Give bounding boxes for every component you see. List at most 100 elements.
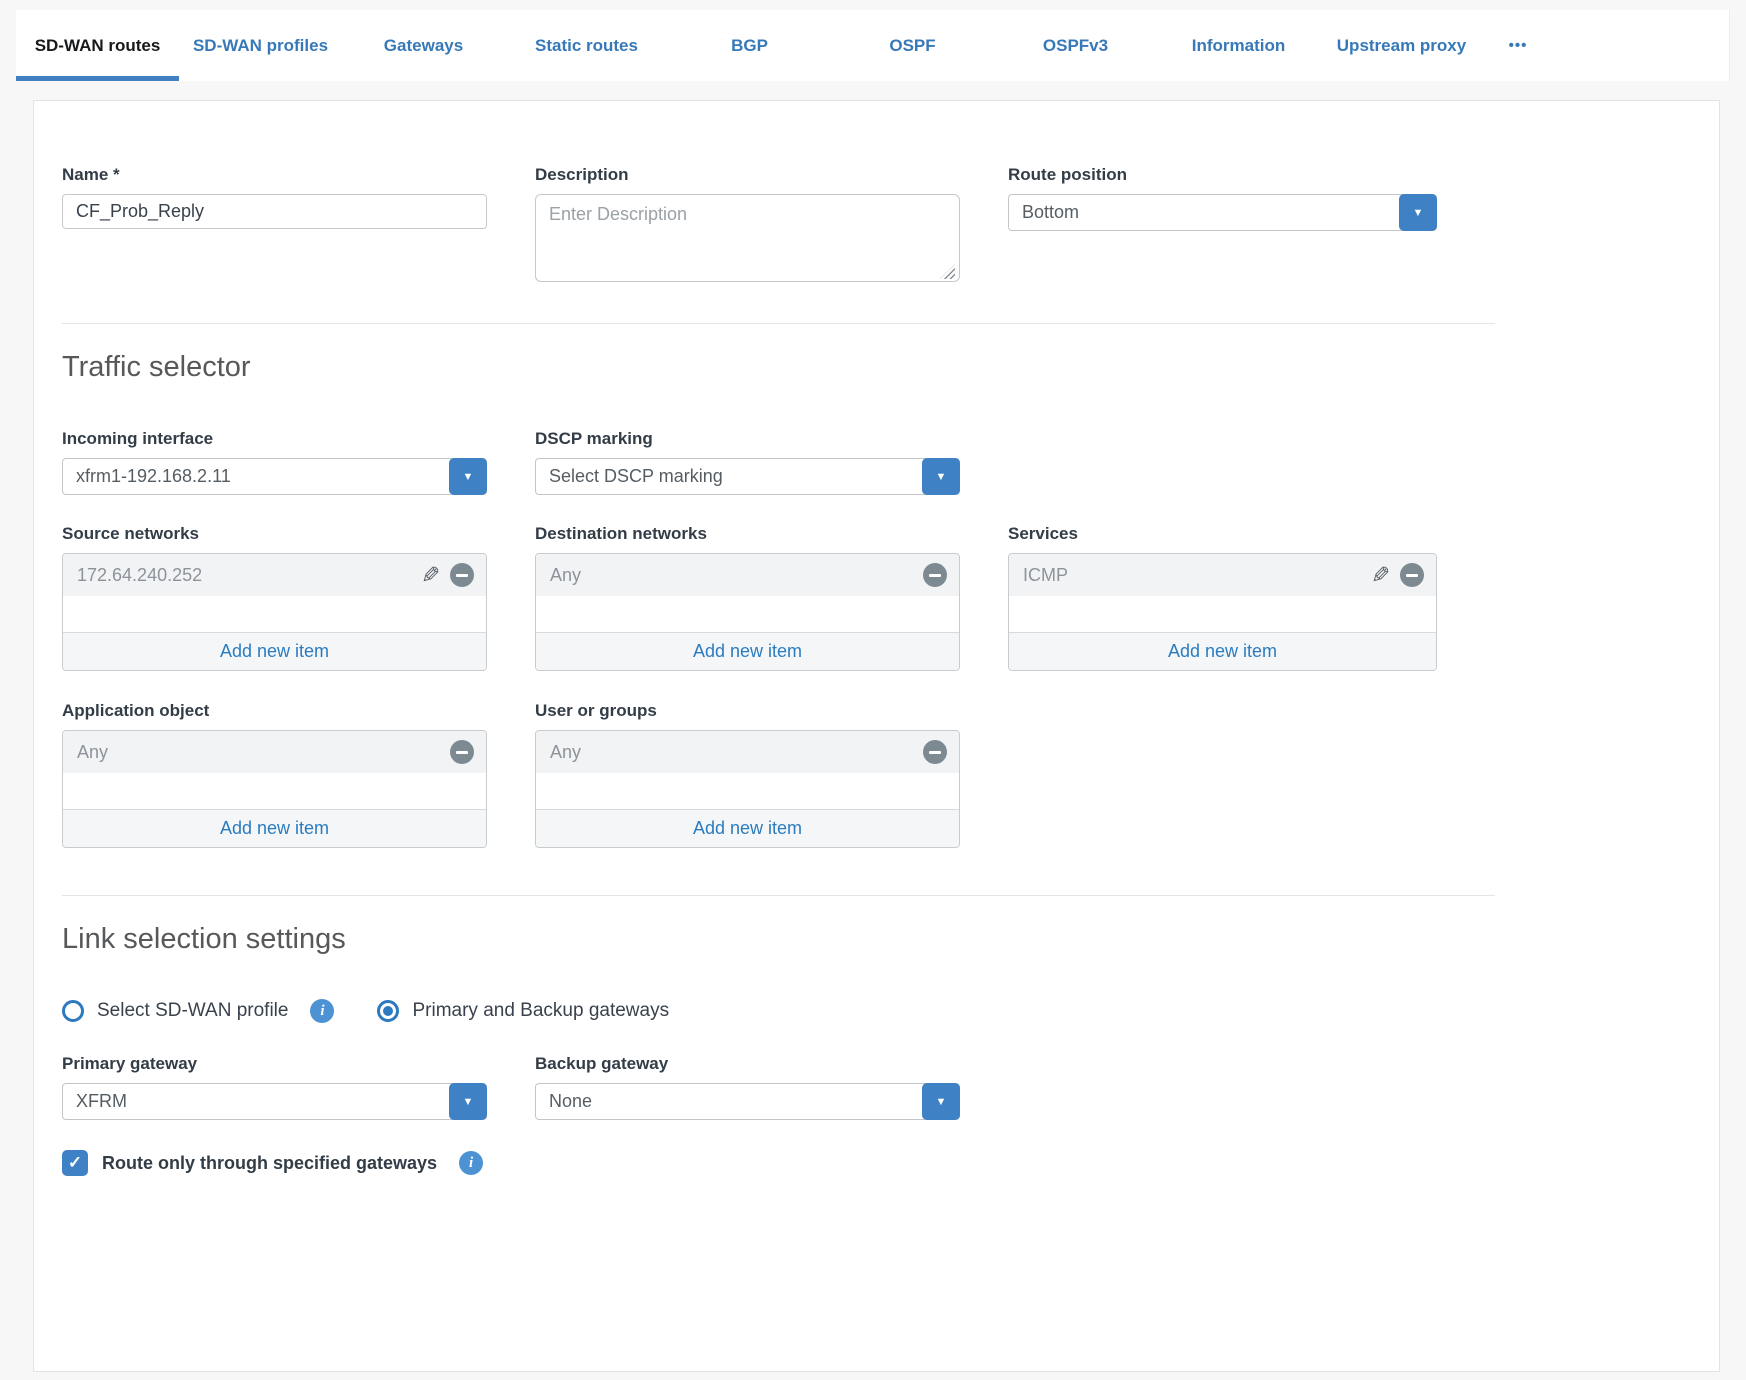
backup-gateway-label: Backup gateway — [535, 1054, 960, 1074]
tab-upstream-proxy[interactable]: Upstream proxy — [1320, 10, 1483, 81]
tab-gateways[interactable]: Gateways — [342, 10, 505, 81]
incoming-interface-group: Incoming interface xfrm1-192.168.2.11 ▼ — [62, 429, 487, 495]
remove-item-icon[interactable] — [923, 740, 947, 764]
traffic-selector-title: Traffic selector — [62, 350, 1691, 384]
tab-sdwan-profiles[interactable]: SD-WAN profiles — [179, 10, 342, 81]
application-users-row: Application object Any Add new item User… — [62, 701, 1691, 848]
route-position-value: Bottom — [1022, 202, 1079, 223]
list-item: Any — [63, 731, 486, 773]
services-label: Services — [1008, 524, 1437, 544]
add-new-item-button[interactable]: Add new item — [536, 632, 959, 670]
user-or-groups-group: User or groups Any Add new item — [535, 701, 960, 848]
add-new-item-button[interactable]: Add new item — [63, 809, 486, 847]
dscp-marking-value: Select DSCP marking — [549, 466, 723, 487]
edit-pencil-icon[interactable]: ✎ — [421, 564, 440, 587]
chevron-down-icon[interactable]: ▼ — [449, 1083, 487, 1120]
listbox-empty-area — [1009, 596, 1436, 632]
more-tabs-icon[interactable]: ••• — [1483, 10, 1553, 81]
tab-bgp[interactable]: BGP — [668, 10, 831, 81]
route-position-label: Route position — [1008, 165, 1437, 185]
link-selection-title: Link selection settings — [62, 922, 1691, 956]
info-icon[interactable]: i — [310, 999, 334, 1023]
primary-gateway-group: Primary gateway XFRM ▼ — [62, 1054, 487, 1120]
remove-item-icon[interactable] — [450, 740, 474, 764]
destination-networks-label: Destination networks — [535, 524, 960, 544]
remove-item-icon[interactable] — [450, 563, 474, 587]
primary-gateway-label: Primary gateway — [62, 1054, 487, 1074]
radio-unselected-icon[interactable] — [62, 1000, 84, 1022]
route-only-checkbox-label: Route only through specified gateways — [102, 1153, 437, 1174]
section-divider — [62, 323, 1495, 324]
primary-gateway-select[interactable]: XFRM ▼ — [62, 1083, 487, 1120]
route-only-checkbox-row: ✓ Route only through specified gateways … — [62, 1150, 1691, 1176]
radio-label: Primary and Backup gateways — [412, 1000, 669, 1022]
primary-gateway-value: XFRM — [76, 1091, 127, 1112]
application-object-group: Application object Any Add new item — [62, 701, 487, 848]
dscp-marking-label: DSCP marking — [535, 429, 960, 449]
add-new-item-button[interactable]: Add new item — [63, 632, 486, 670]
list-item-value: 172.64.240.252 — [77, 565, 202, 586]
gateways-row: Primary gateway XFRM ▼ Backup gateway No… — [62, 1054, 1691, 1120]
list-item-value: Any — [550, 565, 581, 586]
list-item: 172.64.240.252 ✎ — [63, 554, 486, 596]
services-group: Services ICMP ✎ Add new item — [1008, 524, 1437, 671]
tab-bar: SD-WAN routes SD-WAN profiles Gateways S… — [16, 10, 1730, 81]
application-object-label: Application object — [62, 701, 487, 721]
backup-gateway-group: Backup gateway None ▼ — [535, 1054, 960, 1120]
radio-label: Select SD-WAN profile — [97, 1000, 288, 1022]
sdwan-route-form-card: Name * Description Route position Bottom… — [33, 100, 1720, 1372]
remove-item-icon[interactable] — [1400, 563, 1424, 587]
chevron-down-icon[interactable]: ▼ — [1399, 194, 1437, 231]
add-new-item-button[interactable]: Add new item — [536, 809, 959, 847]
radio-selected-icon[interactable] — [377, 1000, 399, 1022]
chevron-down-icon[interactable]: ▼ — [922, 1083, 960, 1120]
source-networks-listbox: 172.64.240.252 ✎ Add new item — [62, 553, 487, 671]
list-item-value: Any — [77, 742, 108, 763]
listbox-empty-area — [63, 596, 486, 632]
description-field-group: Description — [535, 165, 960, 287]
chevron-down-icon[interactable]: ▼ — [449, 458, 487, 495]
chevron-down-icon[interactable]: ▼ — [922, 458, 960, 495]
backup-gateway-value: None — [549, 1091, 592, 1112]
services-listbox: ICMP ✎ Add new item — [1008, 553, 1437, 671]
add-new-item-button[interactable]: Add new item — [1009, 632, 1436, 670]
tab-ospfv3[interactable]: OSPFv3 — [994, 10, 1157, 81]
list-item-value: ICMP — [1023, 565, 1068, 586]
route-position-select[interactable]: Bottom ▼ — [1008, 194, 1437, 231]
backup-gateway-select[interactable]: None ▼ — [535, 1083, 960, 1120]
tab-ospf[interactable]: OSPF — [831, 10, 994, 81]
description-textarea[interactable] — [535, 194, 960, 282]
radio-option-sdwan-profile[interactable]: Select SD-WAN profile — [62, 1000, 288, 1022]
checkbox-checked-icon[interactable]: ✓ — [62, 1150, 88, 1176]
tab-information[interactable]: Information — [1157, 10, 1320, 81]
radio-option-primary-backup[interactable]: Primary and Backup gateways — [377, 1000, 669, 1022]
description-label: Description — [535, 165, 960, 185]
name-label: Name * — [62, 165, 487, 185]
listbox-empty-area — [536, 596, 959, 632]
general-fields-row: Name * Description Route position Bottom… — [62, 165, 1691, 287]
tab-static-routes[interactable]: Static routes — [505, 10, 668, 81]
incoming-interface-select[interactable]: xfrm1-192.168.2.11 ▼ — [62, 458, 487, 495]
name-input[interactable] — [62, 194, 487, 229]
edit-pencil-icon[interactable]: ✎ — [1371, 564, 1390, 587]
list-item: ICMP ✎ — [1009, 554, 1436, 596]
traffic-selects-row: Incoming interface xfrm1-192.168.2.11 ▼ … — [62, 429, 1691, 495]
source-networks-group: Source networks 172.64.240.252 ✎ Add new… — [62, 524, 487, 671]
list-item: Any — [536, 554, 959, 596]
application-object-listbox: Any Add new item — [62, 730, 487, 848]
destination-networks-listbox: Any Add new item — [535, 553, 960, 671]
remove-item-icon[interactable] — [923, 563, 947, 587]
section-divider — [62, 895, 1495, 896]
source-networks-label: Source networks — [62, 524, 487, 544]
dscp-marking-group: DSCP marking Select DSCP marking ▼ — [535, 429, 960, 495]
listbox-empty-area — [63, 773, 486, 809]
user-or-groups-label: User or groups — [535, 701, 960, 721]
dscp-marking-select[interactable]: Select DSCP marking ▼ — [535, 458, 960, 495]
route-position-field-group: Route position Bottom ▼ — [1008, 165, 1437, 231]
destination-networks-group: Destination networks Any Add new item — [535, 524, 960, 671]
tab-sdwan-routes[interactable]: SD-WAN routes — [16, 10, 179, 81]
networks-row: Source networks 172.64.240.252 ✎ Add new… — [62, 524, 1691, 671]
info-icon[interactable]: i — [459, 1151, 483, 1175]
user-or-groups-listbox: Any Add new item — [535, 730, 960, 848]
listbox-empty-area — [536, 773, 959, 809]
